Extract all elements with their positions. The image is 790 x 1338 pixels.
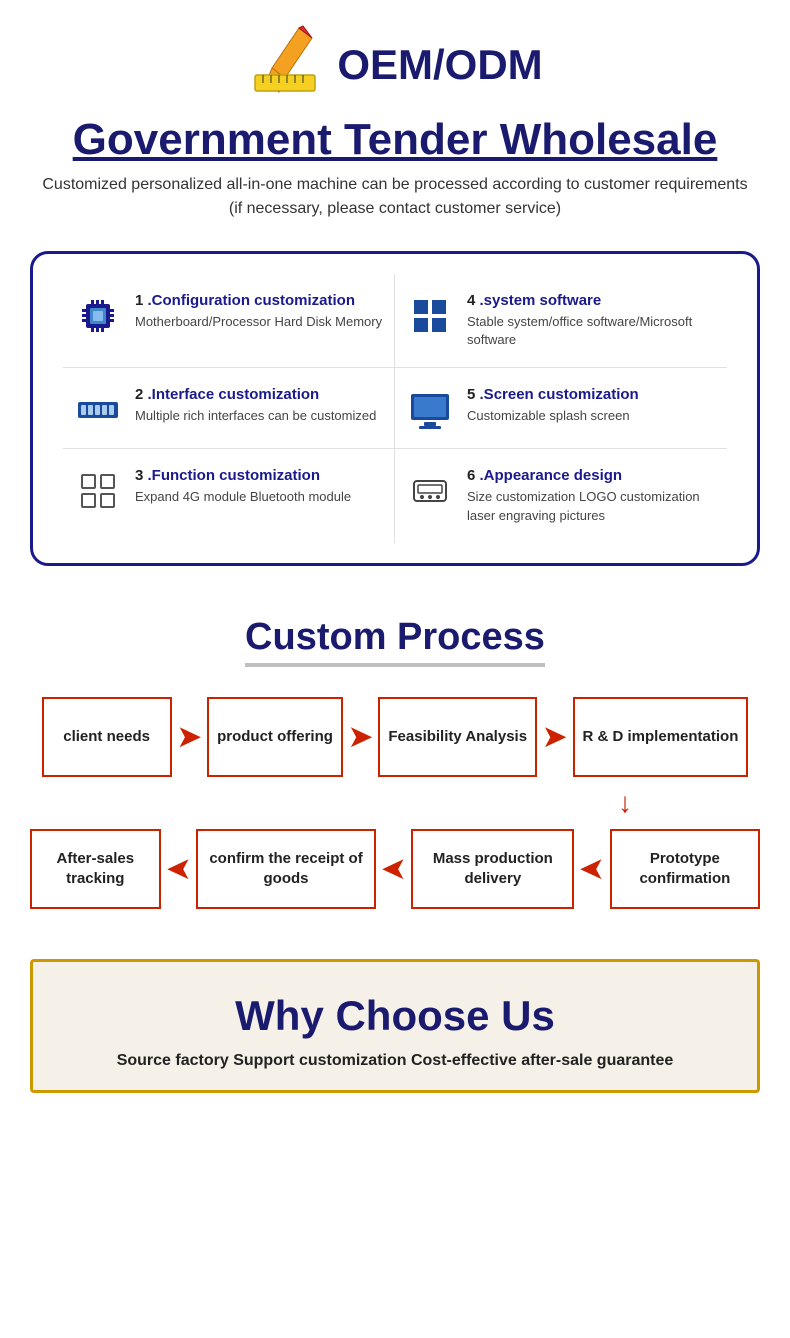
process-row-1: client needs ➤ product offering ➤ Feasib… bbox=[30, 697, 760, 777]
feature-3-text: 3 .Function customization Expand 4G modu… bbox=[135, 467, 351, 506]
feature-6-desc: Size customization LOGO customization la… bbox=[467, 488, 717, 524]
feature-3: 3 .Function customization Expand 4G modu… bbox=[63, 449, 395, 542]
process-box-prototype: Prototype confirmation bbox=[610, 829, 760, 909]
process-section: Custom Process client needs ➤ product of… bbox=[0, 596, 790, 939]
feature-5-title: 5 .Screen customization bbox=[467, 386, 639, 403]
subtitle: Customized personalized all-in-one machi… bbox=[40, 173, 750, 221]
process-box-mass: Mass production delivery bbox=[411, 829, 574, 909]
gov-title: Government Tender Wholesale bbox=[40, 115, 750, 165]
process-box-aftersales: After-sales tracking bbox=[30, 829, 161, 909]
feature-5-desc: Customizable splash screen bbox=[467, 407, 639, 425]
arrow-left-3: ➤ bbox=[580, 852, 603, 885]
windows-icon bbox=[405, 292, 455, 336]
feature-1: 1 .Configuration customization Motherboa… bbox=[63, 274, 395, 368]
features-grid: 1 .Configuration customization Motherboa… bbox=[63, 274, 727, 543]
feature-6-title: 6 .Appearance design bbox=[467, 467, 717, 484]
arrow-left-2: ➤ bbox=[382, 852, 405, 885]
down-arrow-connector: ↓ bbox=[30, 781, 760, 825]
process-box-rd: R & D implementation bbox=[573, 697, 749, 777]
process-box-client: client needs bbox=[42, 697, 172, 777]
feature-3-title: 3 .Function customization bbox=[135, 467, 351, 484]
feature-2-title: 2 .Interface customization bbox=[135, 386, 376, 403]
feature-1-title: 1 .Configuration customization bbox=[135, 292, 382, 309]
features-box: 1 .Configuration customization Motherboa… bbox=[30, 251, 760, 566]
why-title: Why Choose Us bbox=[53, 992, 737, 1040]
arrow-left-1: ➤ bbox=[167, 852, 190, 885]
pencil-ruler-icon bbox=[247, 20, 327, 109]
header-section: OEM/ODM Government Tender Wholesale Cust… bbox=[0, 0, 790, 251]
arrow-right-3: ➤ bbox=[543, 720, 566, 753]
process-row-2: After-sales tracking ➤ confirm the recei… bbox=[30, 829, 760, 909]
arrow-right-2: ➤ bbox=[349, 720, 372, 753]
oem-title: OEM/ODM bbox=[337, 41, 542, 89]
header-top: OEM/ODM bbox=[40, 20, 750, 109]
process-flow: client needs ➤ product offering ➤ Feasib… bbox=[30, 697, 760, 909]
feature-5-text: 5 .Screen customization Customizable spl… bbox=[467, 386, 639, 425]
chip-icon bbox=[73, 292, 123, 336]
feature-5: 5 .Screen customization Customizable spl… bbox=[395, 368, 727, 449]
device-icon bbox=[405, 467, 455, 511]
why-section: Why Choose Us Source factory Support cus… bbox=[30, 959, 760, 1093]
process-box-confirm: confirm the receipt of goods bbox=[196, 829, 376, 909]
arrow-down-icon: ↓ bbox=[560, 781, 690, 825]
feature-6: 6 .Appearance design Size customization … bbox=[395, 449, 727, 542]
feature-2: 2 .Interface customization Multiple rich… bbox=[63, 368, 395, 449]
feature-6-text: 6 .Appearance design Size customization … bbox=[467, 467, 717, 524]
process-box-feasibility: Feasibility Analysis bbox=[378, 697, 537, 777]
feature-2-text: 2 .Interface customization Multiple rich… bbox=[135, 386, 376, 425]
monitor-icon bbox=[405, 386, 455, 430]
process-title: Custom Process bbox=[245, 616, 545, 667]
feature-4: 4 .system software Stable system/office … bbox=[395, 274, 727, 368]
feature-4-title: 4 .system software bbox=[467, 292, 717, 309]
feature-3-desc: Expand 4G module Bluetooth module bbox=[135, 488, 351, 506]
interface-icon bbox=[73, 386, 123, 430]
feature-1-desc: Motherboard/Processor Hard Disk Memory bbox=[135, 313, 382, 331]
grid-icon bbox=[73, 467, 123, 511]
feature-1-text: 1 .Configuration customization Motherboa… bbox=[135, 292, 382, 331]
feature-4-text: 4 .system software Stable system/office … bbox=[467, 292, 717, 349]
arrow-right-1: ➤ bbox=[178, 720, 201, 753]
feature-2-desc: Multiple rich interfaces can be customiz… bbox=[135, 407, 376, 425]
process-box-product: product offering bbox=[207, 697, 343, 777]
why-subtitle: Source factory Support customization Cos… bbox=[53, 1052, 737, 1070]
feature-4-desc: Stable system/office software/Microsoft … bbox=[467, 313, 717, 349]
